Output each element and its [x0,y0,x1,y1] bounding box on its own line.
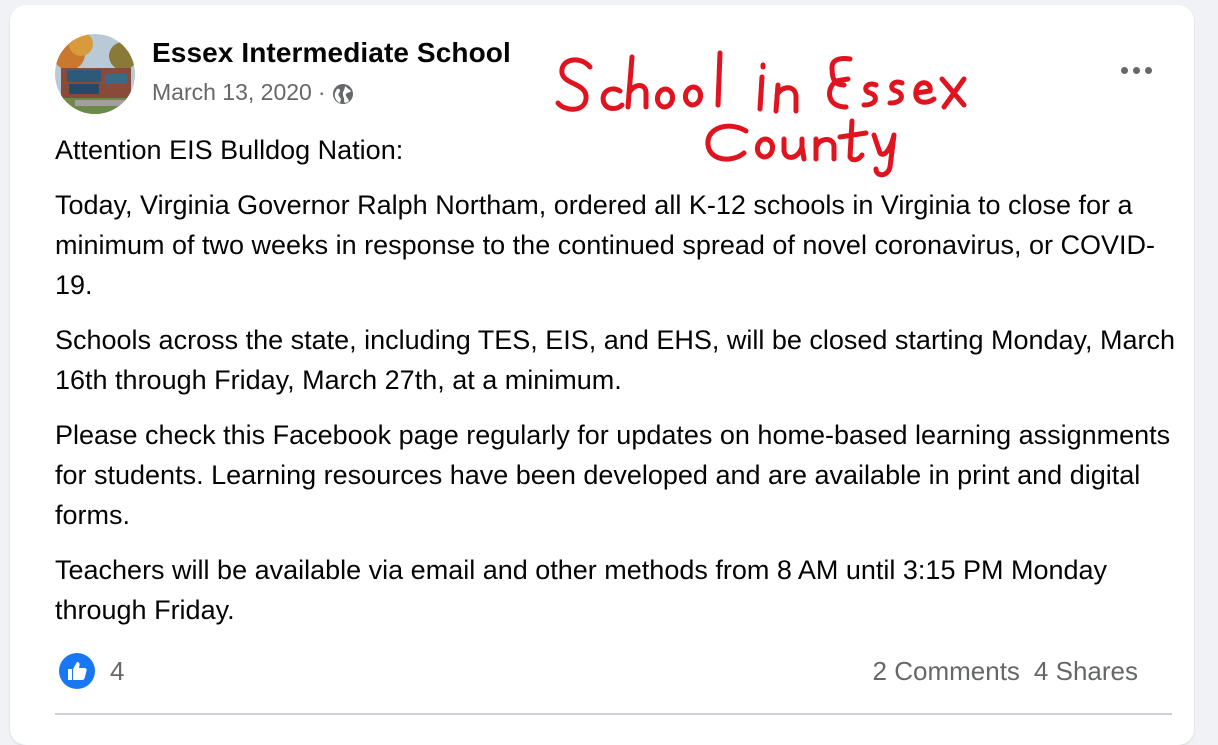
post-date[interactable]: March 13, 2020 [152,79,312,106]
thumbs-up-icon [68,662,87,680]
ellipsis-icon-dot [1120,66,1128,74]
ellipsis-icon-dot [1144,66,1152,74]
post-paragraph: Today, Virginia Governor Ralph Northam, … [55,190,1156,300]
ellipsis-icon-dot [1132,66,1140,74]
post-paragraph: Schools across the state, including TES,… [55,325,1176,395]
globe-icon[interactable] [332,83,354,105]
meta-separator: · [317,79,326,105]
post-paragraph: Teachers will be available via email and… [55,555,1108,625]
reaction-count[interactable]: 4 [110,656,124,687]
comments-count-link[interactable]: 2 Comments [873,656,1020,687]
more-options-button[interactable] [1114,57,1158,83]
post-body: Attention EIS Bulldog Nation: Today, Vir… [55,130,1180,645]
like-reaction-button[interactable] [59,653,95,689]
page-name[interactable]: Essex Intermediate School [152,37,511,69]
post-paragraph: Attention EIS Bulldog Nation: [55,135,404,165]
page-avatar[interactable] [55,34,135,114]
post-meta: March 13, 2020 · [152,79,354,106]
engagement-stats: 2 Comments 4 Shares [873,656,1138,687]
post-paragraph: Please check this Facebook page regularl… [55,420,1171,530]
school-building-icon [55,34,135,114]
post-card: Essex Intermediate School March 13, 2020… [10,5,1194,745]
divider [55,713,1172,715]
shares-count-link[interactable]: 4 Shares [1034,656,1138,687]
